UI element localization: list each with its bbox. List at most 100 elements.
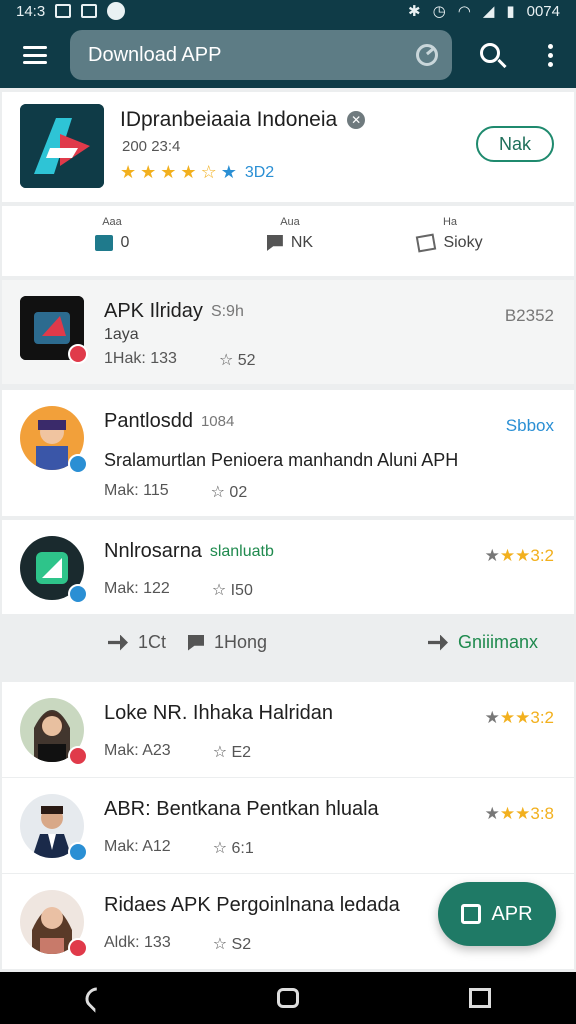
app-bar: Download APP xyxy=(0,22,576,88)
item-meta: Mak: 122 ☆ I50 xyxy=(104,580,253,599)
close-badge-icon[interactable]: ✕ xyxy=(347,111,366,129)
item-rating: ★★★3:8 xyxy=(484,804,554,823)
verified-icon xyxy=(68,454,88,474)
stat-2[interactable]: Aua NK xyxy=(220,216,360,252)
star-outline-icon: ☆ xyxy=(212,936,232,953)
search-field[interactable]: Download APP xyxy=(70,30,452,80)
item-rating: ★★★3:2 xyxy=(484,546,554,565)
box-icon xyxy=(94,235,113,251)
star-outline-icon: ☆ xyxy=(218,352,238,369)
stat-3[interactable]: Ha Sioky xyxy=(380,216,520,253)
star-icon: ★ xyxy=(484,708,500,727)
list-item[interactable]: Loke NR. Ihhaka Halridan Mak: A23 ☆ E2 ★… xyxy=(2,682,574,777)
system-navigation-bar xyxy=(0,972,576,1024)
avatar xyxy=(20,794,88,862)
badge-dot xyxy=(68,344,88,364)
star-icon: ★ xyxy=(220,162,237,182)
hamburger-icon xyxy=(23,46,47,64)
star-half-icon: ☆ xyxy=(200,162,217,182)
item-rating: ★★★3:2 xyxy=(484,708,554,727)
star-outline-icon: ☆ xyxy=(210,484,230,501)
forward-icon xyxy=(428,634,448,651)
item-subline: 1aya xyxy=(104,326,139,343)
star-outline-icon: ☆ xyxy=(212,840,232,857)
battery-icon: ▮ xyxy=(506,3,515,20)
avatar xyxy=(20,698,88,766)
app-notification-icon xyxy=(107,2,126,20)
search-input-value[interactable]: Download APP xyxy=(88,44,416,67)
list-item[interactable]: APK Ilriday S:9h 1aya 1Hak: 133 ☆ 52 B23… xyxy=(2,280,574,384)
home-icon[interactable] xyxy=(277,988,299,1008)
star-icon: ★ xyxy=(484,804,500,823)
star-icon: ★ xyxy=(484,546,500,565)
stat-1[interactable]: Aaa 0 xyxy=(42,216,182,252)
star-icon: ★ xyxy=(140,162,157,182)
flag-icon xyxy=(266,235,283,251)
comment-icon xyxy=(188,634,204,651)
search-icon xyxy=(480,43,500,63)
app-subtitle: 200 23:4 xyxy=(122,138,181,155)
item-meta: Mak: A12 ☆ 6:1 xyxy=(104,838,254,857)
item-title: APK Ilriday S:9h xyxy=(104,300,244,322)
star-icon: ★★ xyxy=(499,708,531,727)
star-icon: ★★ xyxy=(499,546,531,565)
action-comment[interactable]: 1Hong xyxy=(188,632,267,653)
star-icon: ★ xyxy=(120,162,137,182)
badge-dot xyxy=(68,746,88,766)
item-right-link[interactable]: Sbbox xyxy=(506,416,554,436)
status-right-text: 0074 xyxy=(526,2,560,20)
featured-app-card[interactable]: IDpranbeiaaia Indoneia ✕ 200 23:4 ★ ★ ★ … xyxy=(2,92,574,202)
signal-icon: ◢ xyxy=(482,3,495,20)
recents-icon[interactable] xyxy=(469,988,491,1008)
item-title: Pantlosdd 1084 xyxy=(104,410,235,432)
floating-action-button[interactable]: APR xyxy=(438,882,556,946)
item-meta: 1Hak: 133 ☆ 52 xyxy=(104,350,256,369)
alarm-icon: ◷ xyxy=(432,3,446,20)
rating-value: 3D2 xyxy=(244,163,275,181)
mail-icon xyxy=(55,4,72,18)
verified-icon xyxy=(68,584,88,604)
star-icon: ★ xyxy=(180,162,197,182)
item-title: Nnlrosarna slanluatb xyxy=(104,540,274,562)
share-arrow-icon xyxy=(108,634,128,651)
star-icon: ★★ xyxy=(499,804,531,823)
app-icon xyxy=(20,296,88,364)
edit-icon xyxy=(461,904,482,924)
item-description: Sralamurtlan Penioera manhandn Aluni APH xyxy=(104,450,459,470)
app-logo xyxy=(20,104,104,188)
avatar xyxy=(20,406,88,474)
status-bar: 14:3 ✱ ◷ ◠ ◢ ▮ 0074 xyxy=(0,0,576,22)
menu-button[interactable] xyxy=(0,22,70,88)
list-item[interactable]: Nnlrosarna slanluatb Mak: 122 ☆ I50 ★★★3… xyxy=(2,520,574,615)
image-icon xyxy=(81,4,98,18)
item-meta: Mak: A23 ☆ E2 xyxy=(104,742,252,761)
back-icon[interactable] xyxy=(81,983,111,1013)
star-outline-icon: ☆ xyxy=(212,744,232,761)
item-meta: Mak: 115 ☆ 02 xyxy=(104,482,248,501)
list-item[interactable]: Pantlosdd 1084 Sralamurtlan Penioera man… xyxy=(2,390,574,516)
verified-icon xyxy=(68,842,88,862)
badge-dot xyxy=(68,938,88,958)
list-item[interactable]: ABR: Bentkana Pentkan hluala Mak: A12 ☆ … xyxy=(2,778,574,873)
status-time: 14:3 xyxy=(16,2,46,20)
more-options-button[interactable] xyxy=(528,22,572,88)
star-icon: ★ xyxy=(160,162,177,182)
history-icon[interactable] xyxy=(416,44,438,66)
app-rating: ★ ★ ★ ★ ☆ ★ 3D2 xyxy=(120,162,274,183)
item-meta: Aldk: 133 ☆ S2 xyxy=(104,934,252,953)
search-button[interactable] xyxy=(456,22,528,88)
item-title: Ridaes APK Pergoinlnana ledada xyxy=(104,894,400,916)
sticker-icon xyxy=(416,233,437,253)
item-right-value: B2352 xyxy=(504,306,554,325)
action-share[interactable]: 1Ct xyxy=(108,632,166,653)
bluetooth-icon: ✱ xyxy=(408,3,421,20)
app-icon xyxy=(20,536,88,604)
item-title: ABR: Bentkana Pentkan hluala xyxy=(104,798,379,820)
star-outline-icon: ☆ xyxy=(211,582,231,599)
action-forward[interactable]: Gniiimanx xyxy=(428,632,538,653)
hero-action-button[interactable]: Nak xyxy=(476,126,554,162)
action-bar: 1Ct 1Hong Gniiimanx xyxy=(2,614,574,676)
stats-row: Aaa 0 Aua NK Ha Sioky xyxy=(2,206,574,276)
app-title: IDpranbeiaaia Indoneia ✕ xyxy=(120,108,366,132)
avatar xyxy=(20,890,88,958)
